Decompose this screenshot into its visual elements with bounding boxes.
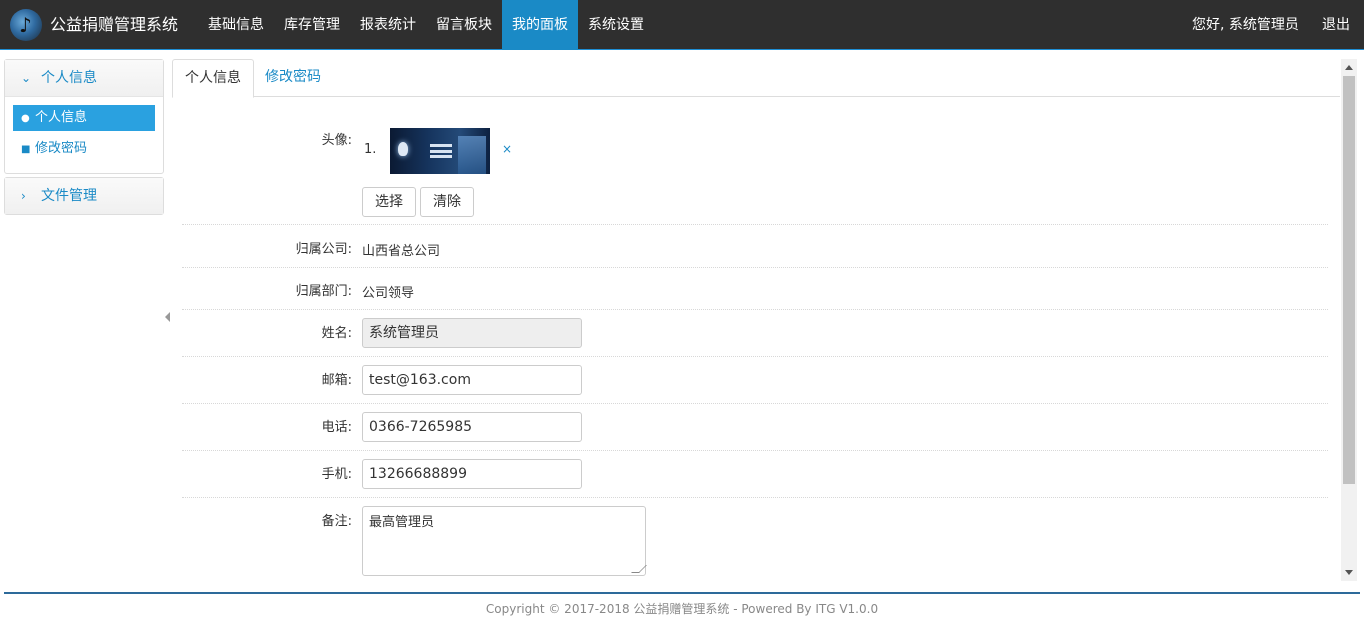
top-navbar: ♪ 公益捐赠管理系统 基础信息 库存管理 报表统计 留言板块 我的面板 系统设置… xyxy=(0,0,1364,50)
form-row-remark: 备注: 最高管理员 xyxy=(182,498,1328,581)
nav-item-basic-info[interactable]: 基础信息 xyxy=(198,0,274,50)
remove-avatar-icon[interactable]: × xyxy=(502,142,512,156)
remark-label: 备注: xyxy=(321,514,352,529)
email-label: 邮箱: xyxy=(321,373,352,388)
form-row-email: 邮箱: test@163.com xyxy=(182,357,1328,404)
sidebar-group-title: 个人信息 xyxy=(41,70,97,86)
tab-personal-info[interactable]: 个人信息 xyxy=(172,59,254,98)
email-field[interactable]: test@163.com xyxy=(362,365,582,395)
resize-grip-icon[interactable] xyxy=(631,565,647,573)
department-label: 归属部门: xyxy=(295,284,352,299)
sidebar-group-header-files[interactable]: › 文件管理 xyxy=(5,178,163,214)
company-label: 归属公司: xyxy=(295,242,352,257)
choose-avatar-button[interactable]: 选择 xyxy=(362,187,416,217)
company-value: 山西省总公司 xyxy=(362,244,441,259)
logo-mark-icon: ♪ xyxy=(19,13,32,37)
main-content: 个人信息 修改密码 头像: 1. × 选择 清除 归属公司: 山西省总公司 归属… xyxy=(172,59,1340,581)
nav-item-inventory[interactable]: 库存管理 xyxy=(274,0,350,50)
department-value: 公司领导 xyxy=(362,286,415,301)
nav-item-messages[interactable]: 留言板块 xyxy=(426,0,502,50)
avatar-label: 头像: xyxy=(321,133,352,148)
form-row-name: 姓名: 系统管理员 xyxy=(182,310,1328,357)
tab-change-password[interactable]: 修改密码 xyxy=(253,59,333,97)
form-row-mobile: 手机: 13266688899 xyxy=(182,451,1328,498)
sidebar: ⌄ 个人信息 ● 个人信息 ■ 修改密码 › 文件管理 xyxy=(4,59,164,218)
scroll-up-icon[interactable] xyxy=(1345,65,1353,70)
footer-divider xyxy=(4,592,1360,594)
phone-field[interactable]: 0366-7265985 xyxy=(362,412,582,442)
user-icon: ● xyxy=(21,113,30,124)
sidebar-item-change-password[interactable]: ■ 修改密码 xyxy=(13,136,155,162)
scrollbar-thumb[interactable] xyxy=(1343,76,1355,484)
nav-item-system-settings[interactable]: 系统设置 xyxy=(578,0,654,50)
mobile-field[interactable]: 13266688899 xyxy=(362,459,582,489)
nav-item-reports[interactable]: 报表统计 xyxy=(350,0,426,50)
sidebar-group-header-personal[interactable]: ⌄ 个人信息 xyxy=(5,60,163,96)
phone-label: 电话: xyxy=(321,420,352,435)
sidebar-group-files: › 文件管理 xyxy=(4,177,164,215)
nav-item-my-panel[interactable]: 我的面板 xyxy=(502,0,578,50)
clear-avatar-button[interactable]: 清除 xyxy=(420,187,474,217)
avatar-index: 1. xyxy=(364,142,377,157)
form-row-department: 归属部门: 公司领导 xyxy=(182,268,1328,310)
logout-link[interactable]: 退出 xyxy=(1322,0,1350,50)
sidebar-group-personal: ⌄ 个人信息 ● 个人信息 ■ 修改密码 xyxy=(4,59,164,174)
sidebar-item-personal-info[interactable]: ● 个人信息 xyxy=(13,105,155,131)
sidebar-item-label: 个人信息 xyxy=(35,110,88,125)
mobile-label: 手机: xyxy=(321,467,352,482)
sidebar-group-body: ● 个人信息 ■ 修改密码 xyxy=(5,96,163,173)
avatar-thumbnail[interactable] xyxy=(390,128,490,174)
main-nav: 基础信息 库存管理 报表统计 留言板块 我的面板 系统设置 xyxy=(198,0,654,50)
lock-icon: ■ xyxy=(21,144,31,155)
chevron-right-icon: › xyxy=(21,189,26,203)
sidebar-group-title: 文件管理 xyxy=(41,188,97,204)
remark-text: 最高管理员 xyxy=(369,515,435,530)
app-logo[interactable]: ♪ xyxy=(10,9,42,41)
scroll-down-icon[interactable] xyxy=(1345,570,1353,575)
footer-copyright: Copyright © 2017-2018 公益捐赠管理系统 - Powered… xyxy=(485,602,879,616)
user-greeting[interactable]: 您好, 系统管理员 xyxy=(1192,0,1299,50)
chevron-down-icon: ⌄ xyxy=(21,71,32,85)
remark-textarea[interactable]: 最高管理员 xyxy=(362,506,647,576)
sidebar-item-label: 修改密码 xyxy=(35,141,88,156)
app-title[interactable]: 公益捐赠管理系统 xyxy=(50,0,178,50)
name-field[interactable]: 系统管理员 xyxy=(362,318,582,348)
tab-bar: 个人信息 修改密码 xyxy=(172,59,1340,98)
form-row-company: 归属公司: 山西省总公司 xyxy=(182,226,1328,268)
form-row-avatar: 头像: xyxy=(182,117,1328,225)
collapse-sidebar-handle[interactable] xyxy=(165,312,170,322)
name-label: 姓名: xyxy=(321,326,352,341)
content-scrollbar[interactable] xyxy=(1341,59,1357,581)
form-row-phone: 电话: 0366-7265985 xyxy=(182,404,1328,451)
